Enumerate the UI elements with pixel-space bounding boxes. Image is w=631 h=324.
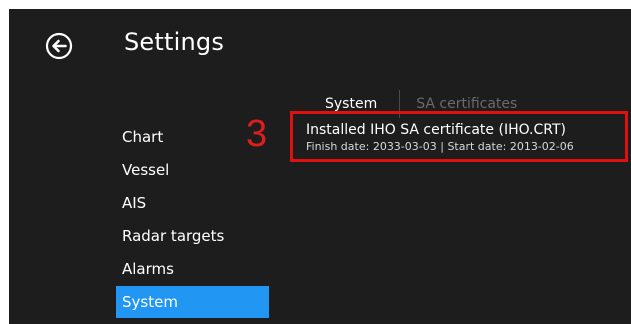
settings-window: Settings Chart Vessel AIS Radar targets …: [9, 9, 631, 324]
tab-system[interactable]: System: [325, 96, 377, 112]
sidebar-item-alarms[interactable]: Alarms: [116, 253, 269, 286]
sidebar-item-vessel[interactable]: Vessel: [116, 154, 269, 187]
sidebar-item-radar-targets[interactable]: Radar targets: [116, 220, 269, 253]
sidebar-item-ais[interactable]: AIS: [116, 187, 269, 220]
certificate-list-item[interactable]: Installed IHO SA certificate (IHO.CRT) F…: [306, 121, 574, 154]
certificate-dates: Finish date: 2033-03-03 | Start date: 20…: [306, 140, 574, 153]
tab-sa-certificates[interactable]: SA certificates: [416, 96, 517, 112]
step-number-annotation: 3: [246, 113, 268, 155]
certificate-title: Installed IHO SA certificate (IHO.CRT): [306, 122, 567, 138]
back-button[interactable]: [44, 31, 74, 61]
sidebar-item-system[interactable]: System: [116, 286, 269, 318]
page-title: Settings: [124, 28, 225, 56]
back-arrow-circle-icon: [45, 32, 73, 60]
